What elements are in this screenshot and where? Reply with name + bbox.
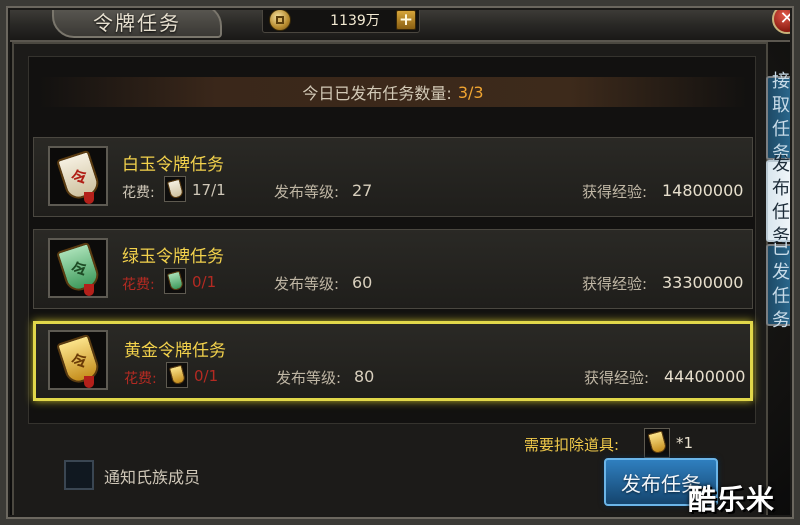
task-row-green-jade[interactable]: 令 绿玉令牌任务 花费: 0/1 发布等级: 60 获得经验: 33300000: [33, 229, 753, 309]
task-icon-slot: 令: [48, 146, 108, 206]
tassel-icon: [84, 284, 94, 296]
system-message: 某青云客黄晶阁开启八卦阵获得道具(黄玉晶): [260, 515, 497, 525]
message-item-link[interactable]: (黄玉晶): [452, 517, 497, 525]
exp-label: 获得经验:: [584, 369, 650, 387]
level-value: 60: [352, 273, 373, 292]
exp-label: 获得经验:: [582, 275, 648, 293]
deduct-item-label: 需要扣除道具:: [524, 436, 620, 454]
game-window: 令牌任务 1139万 + ✕ 今日已发布任务数量: 3/3 令 白玉令牌任务 花…: [0, 0, 800, 525]
white-jade-token-icon: [164, 176, 186, 202]
exp-value: 14800000: [662, 181, 744, 200]
task-icon-slot: 令: [48, 238, 108, 298]
gold-token-icon: 令: [56, 333, 102, 387]
tassel-icon: [84, 192, 94, 204]
level-label: 发布等级:: [276, 369, 342, 387]
exp-value: 33300000: [662, 273, 744, 292]
close-button[interactable]: ✕: [772, 4, 800, 34]
exp-label: 获得经验:: [582, 183, 648, 201]
window-title-plate: 令牌任务: [52, 4, 222, 38]
daily-count-label: 今日已发布任务数量:: [302, 84, 452, 103]
coin-icon: [269, 9, 291, 31]
add-currency-button[interactable]: +: [396, 10, 416, 30]
tab-published-tasks[interactable]: 已 发 任 务: [766, 238, 796, 331]
task-name: 绿玉令牌任务: [122, 247, 224, 267]
cost-value: 0/1: [192, 273, 217, 291]
deduct-item-quantity: *1: [676, 434, 694, 452]
message-body: 开启八卦阵获得道具: [344, 517, 453, 525]
level-label: 发布等级:: [274, 183, 340, 201]
cost-label: 花费:: [122, 185, 155, 201]
task-row-gold[interactable]: 令 黄金令牌任务 花费: 0/1 发布等级: 80 获得经验: 44400000: [33, 321, 753, 401]
notify-clan-label: 通知氏族成员: [104, 468, 201, 487]
cost-label: 花费:: [122, 277, 155, 293]
tassel-icon: [84, 376, 94, 388]
daily-publish-count: 今日已发布任务数量: 3/3: [39, 77, 747, 107]
gold-token-icon: [644, 428, 670, 458]
tab-accept-task-label: 接 取 任 务: [772, 71, 790, 164]
level-value: 80: [354, 367, 375, 386]
task-icon-slot: 令: [48, 330, 108, 390]
site-watermark: 酷乐米: [688, 483, 776, 516]
green-jade-token-icon: [164, 268, 186, 294]
message-highlight: 黄晶阁: [308, 517, 345, 525]
message-prefix: 某青云客: [260, 517, 309, 525]
white-jade-token-icon: 令: [56, 149, 102, 203]
cost-value: 17/1: [192, 181, 226, 199]
green-jade-token-icon: 令: [56, 241, 102, 295]
task-name: 白玉令牌任务: [122, 155, 224, 175]
task-row-white-jade[interactable]: 令 白玉令牌任务 花费: 17/1 发布等级: 27 获得经验: 1480000…: [33, 137, 753, 217]
exp-value: 44400000: [664, 367, 746, 386]
cost-label: 花费:: [124, 371, 157, 387]
tab-publish-task-label: 发 布 任 务: [772, 154, 790, 247]
daily-count-value: 3/3: [457, 82, 484, 102]
task-list-panel: 今日已发布任务数量: 3/3 令 白玉令牌任务 花费: 17/1 发布等级: 2…: [28, 56, 756, 424]
main-panel: 今日已发布任务数量: 3/3 令 白玉令牌任务 花费: 17/1 发布等级: 2…: [12, 42, 768, 525]
level-value: 27: [352, 181, 373, 200]
task-name: 黄金令牌任务: [124, 341, 226, 361]
cost-value: 0/1: [194, 367, 219, 385]
tab-publish-task[interactable]: 发 布 任 务: [766, 154, 796, 247]
notify-clan-checkbox[interactable]: [64, 460, 94, 490]
level-label: 发布等级:: [274, 275, 340, 293]
window-title: 令牌任务: [93, 10, 181, 35]
tab-published-tasks-label: 已 发 任 务: [772, 238, 790, 331]
tab-accept-task[interactable]: 接 取 任 务: [766, 71, 796, 164]
gold-token-icon: [166, 362, 188, 388]
